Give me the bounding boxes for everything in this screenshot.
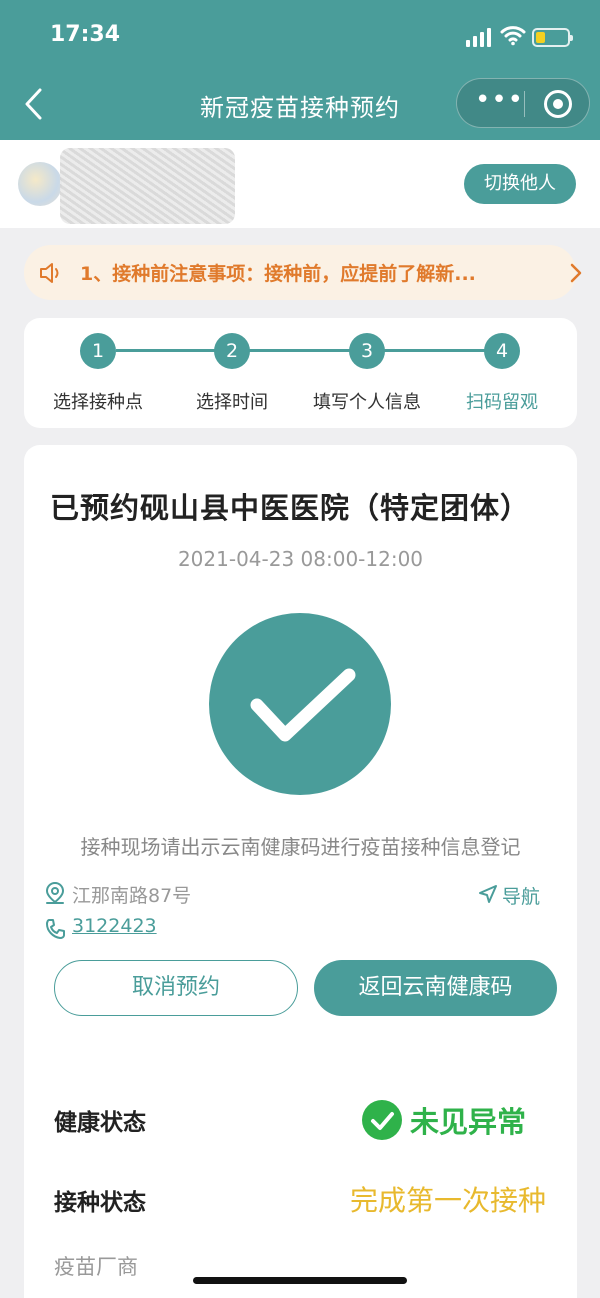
step-3-number: 3 [349, 333, 385, 369]
phone-row[interactable]: 3122423 [44, 915, 344, 945]
top-header: 17:34 新冠疫苗接种预约 ••• [0, 0, 600, 140]
mini-program-capsule: ••• [456, 78, 590, 128]
step-2-number: 2 [214, 333, 250, 369]
phone-number-link[interactable]: 3122423 [72, 915, 157, 937]
vaccine-vendor-label: 疫苗厂商 [54, 1255, 138, 1279]
capsule-divider [524, 91, 525, 117]
health-status-label: 健康状态 [54, 1110, 146, 1136]
switch-person-button[interactable]: 切换他人 [464, 164, 576, 204]
navigate-label: 导航 [502, 886, 541, 908]
return-health-code-button[interactable]: 返回云南健康码 [314, 960, 557, 1016]
battery-icon [532, 28, 573, 47]
step-1-number: 1 [80, 333, 116, 369]
notice-text: 1、接种前注意事项：接种前，应提前了解新... [80, 263, 476, 285]
back-button[interactable] [20, 86, 48, 122]
phone-icon [46, 919, 65, 939]
step-3-label: 填写个人信息 [313, 392, 421, 413]
progress-steps: 1 2 3 4 选择接种点 选择时间 填写个人信息 扫码留观 [24, 318, 577, 428]
vaccination-status-value: 完成第一次接种 [349, 1184, 546, 1217]
navigation-arrow-icon [479, 885, 497, 903]
step-connector [116, 349, 492, 352]
redacted-user-info [60, 148, 235, 224]
success-check-icon [209, 613, 391, 795]
step-4-number: 4 [484, 333, 520, 369]
speaker-icon [40, 263, 59, 283]
navigate-link[interactable]: 导航 [478, 882, 558, 910]
status-time: 17:34 [50, 22, 121, 47]
chevron-right-icon [570, 263, 582, 283]
address-row: 江那南路87号 [44, 879, 344, 909]
health-status-value: 未见异常 [362, 1095, 547, 1143]
step-1-label: 选择接种点 [53, 392, 143, 413]
avatar [18, 162, 62, 206]
cellular-signal-icon [466, 27, 492, 47]
booking-title: 已预约砚山县中医医院（特定团体） [50, 491, 531, 525]
user-bar: 切换他人 [0, 140, 600, 228]
home-indicator [193, 1277, 407, 1284]
step-4-label: 扫码留观 [466, 392, 538, 413]
registration-hint: 接种现场请出示云南健康码进行疫苗接种信息登记 [80, 835, 521, 859]
close-mini-program-icon[interactable] [544, 90, 572, 118]
more-menu-icon[interactable]: ••• [475, 87, 523, 115]
wifi-icon [500, 26, 526, 46]
green-check-icon [362, 1100, 402, 1140]
address-text: 江那南路87号 [72, 885, 192, 907]
page-title: 新冠疫苗接种预约 [200, 94, 400, 122]
notice-banner[interactable]: 1、接种前注意事项：接种前，应提前了解新... [24, 245, 582, 300]
booking-datetime: 2021-04-23 08:00-12:00 [177, 547, 424, 571]
health-status-text: 未见异常 [410, 1105, 527, 1139]
booking-card: 已预约砚山县中医医院（特定团体） 2021-04-23 08:00-12:00 … [24, 445, 577, 1298]
location-pin-icon [45, 881, 65, 904]
vaccination-status-label: 接种状态 [54, 1190, 146, 1216]
step-2-label: 选择时间 [196, 392, 268, 413]
cancel-booking-button[interactable]: 取消预约 [54, 960, 298, 1016]
